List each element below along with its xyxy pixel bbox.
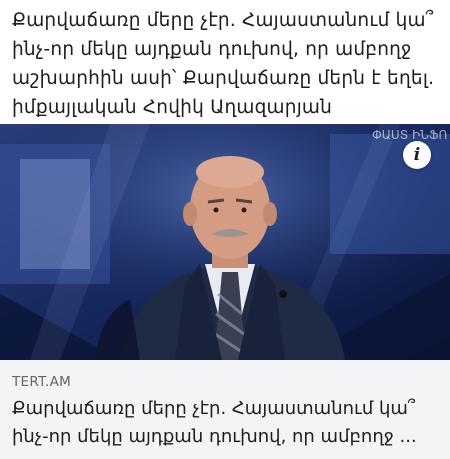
shared-photo[interactable]: ՓԱՍՏ ԻՆՖՈ — [0, 124, 450, 360]
post-text: Քարվաճառը մերը չէր. Հայաստանում կա՞ ինչ-… — [12, 10, 435, 118]
link-domain: TERT.AM — [12, 374, 72, 390]
info-icon[interactable]: i — [403, 141, 431, 169]
watermark-text: ՓԱՍՏ ԻՆՖՈ — [372, 128, 447, 142]
photo-illustration: ՓԱՍՏ ԻՆՖՈ — [0, 124, 450, 360]
link-title[interactable]: Քարվաճառը մերը չէր. Հայաստանում կա՞ ինչ-… — [12, 395, 442, 451]
info-glyph: i — [413, 145, 421, 165]
